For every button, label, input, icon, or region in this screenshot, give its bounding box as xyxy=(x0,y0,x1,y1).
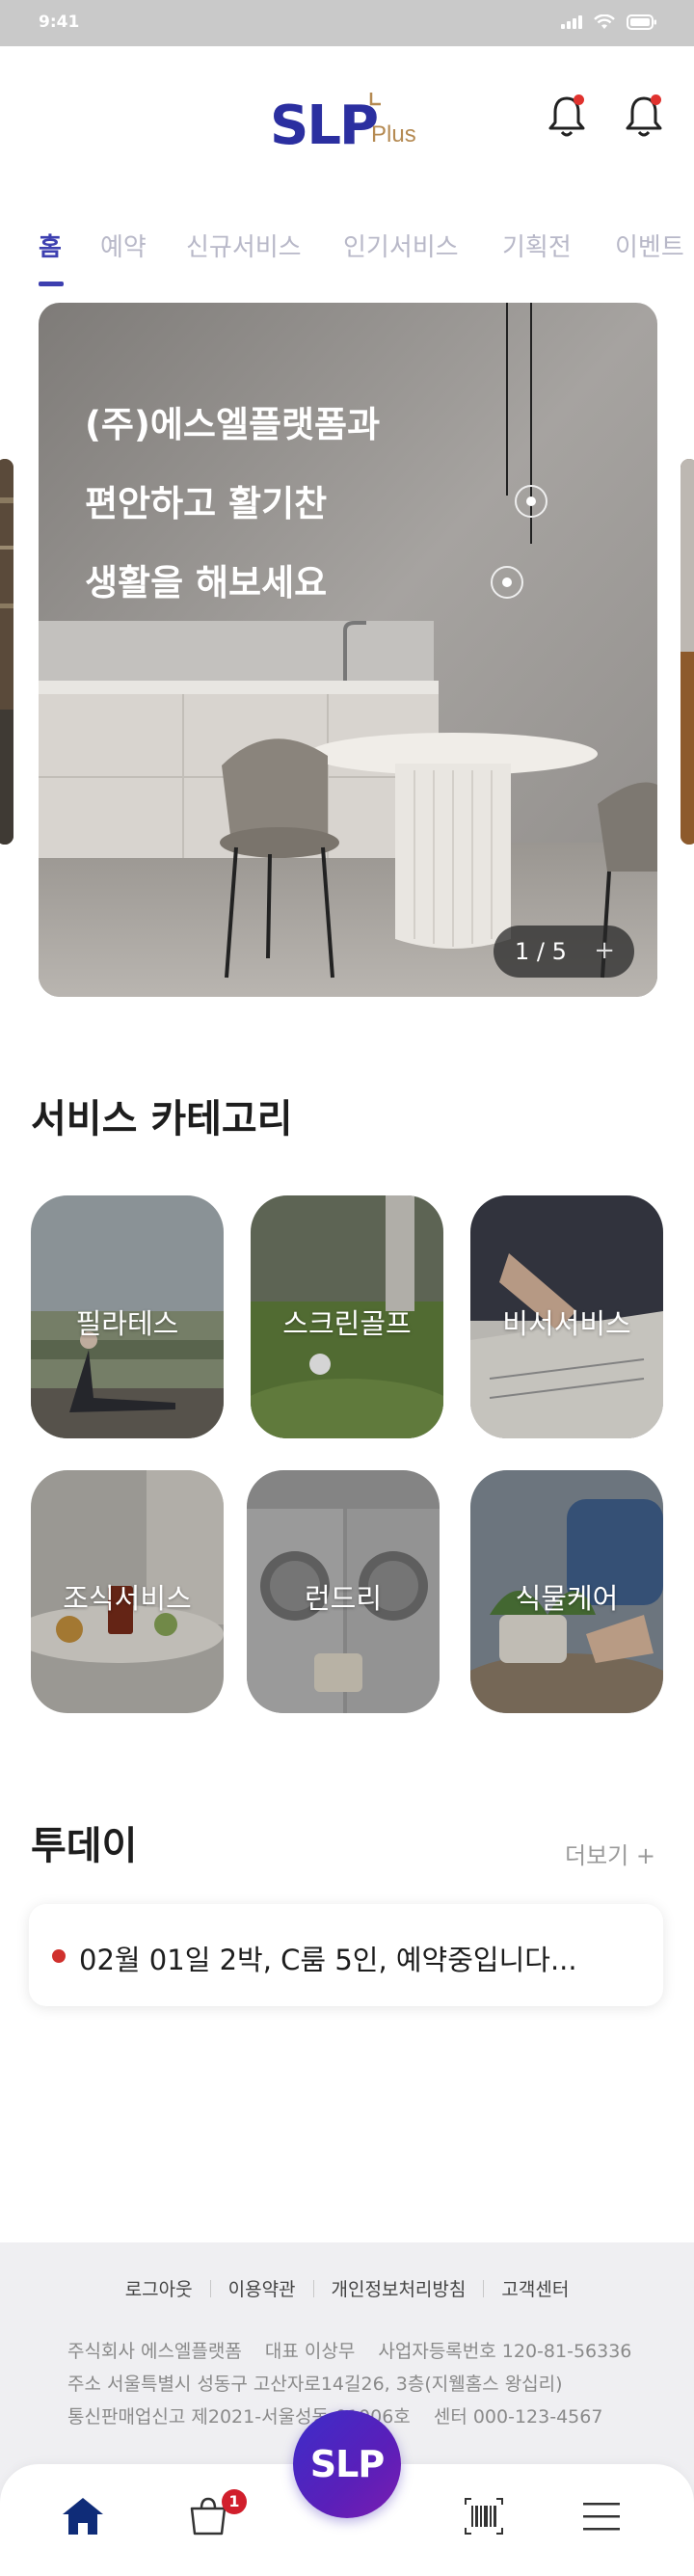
today-reservation-text: 02월 01일 2박, C룸 5인, 예약중입니다... xyxy=(79,1944,577,1976)
category-card-laundry[interactable]: 런드리 xyxy=(247,1470,440,1713)
tab-event[interactable]: 이벤트 xyxy=(615,228,684,263)
cart-count-badge: 1 xyxy=(222,2489,247,2514)
active-tab-indicator xyxy=(39,282,64,286)
category-card-plant-care[interactable]: 식물케어 xyxy=(470,1470,663,1713)
privacy-policy-link[interactable]: 개인정보처리방침 xyxy=(314,2275,484,2301)
category-label: 식물케어 xyxy=(515,1582,619,1615)
category-card-secretary[interactable]: 비서서비스 xyxy=(470,1195,663,1438)
tab-reservation[interactable]: 예약 xyxy=(100,228,147,263)
company-name: 주식회사 에스엘플랫폼 xyxy=(67,2341,242,2362)
next-slide-peek[interactable] xyxy=(681,459,694,845)
category-card-pilates[interactable]: 필라테스 xyxy=(31,1195,224,1438)
today-section-title: 투데이 xyxy=(31,1824,138,1868)
logo-text: SLP xyxy=(270,94,379,157)
status-bar: 9:41 xyxy=(0,0,694,46)
business-number: 사업자등록번호 120-81-56336 xyxy=(378,2341,632,2362)
footer-links: 로그아웃 이용약관 개인정보처리방침 고객센터 xyxy=(0,2275,694,2301)
banner-page-indicator: 1 / 5 xyxy=(515,938,567,965)
status-icons xyxy=(561,14,657,30)
alert-bell-button[interactable] xyxy=(623,93,665,143)
battery-icon xyxy=(627,14,657,30)
plus-icon: + xyxy=(594,936,615,965)
tab-new-service[interactable]: 신규서비스 xyxy=(186,228,302,263)
category-label: 스크린골프 xyxy=(282,1307,412,1340)
tab-home[interactable]: 홈 xyxy=(39,228,62,263)
logo-mark-icon xyxy=(369,93,381,106)
today-more-link[interactable]: 더보기 + xyxy=(565,1837,655,1870)
categories-section-title: 서비스 카테고리 xyxy=(31,1097,293,1141)
tab-popular-service[interactable]: 인기서비스 xyxy=(343,228,459,263)
category-card-screen-golf[interactable]: 스크린골프 xyxy=(251,1195,443,1438)
nav-home-button[interactable] xyxy=(60,2495,114,2541)
wifi-icon xyxy=(594,14,615,30)
customer-center-link[interactable]: 고객센터 xyxy=(484,2275,586,2301)
hero-banner[interactable]: (주)에스엘플랫폼과 편안하고 활기찬 생활을 해보세요 1 / 5 + xyxy=(39,303,657,997)
logout-link[interactable]: 로그아웃 xyxy=(108,2275,210,2301)
banner-headline: (주)에스엘플랫폼과 편안하고 활기찬 생활을 해보세요 xyxy=(85,386,586,623)
nav-barcode-button[interactable] xyxy=(463,2495,517,2541)
app-header: SLP Plus xyxy=(0,46,694,191)
status-dot xyxy=(52,1949,66,1963)
notification-dot xyxy=(651,94,661,105)
category-label: 조식서비스 xyxy=(63,1582,192,1615)
tab-exhibition[interactable]: 기획전 xyxy=(502,228,572,263)
category-tabs: 홈 예약 신규서비스 인기서비스 기획전 이벤트 xyxy=(0,224,694,291)
banner-pager-button[interactable]: 1 / 5 + xyxy=(494,926,634,978)
signal-icon xyxy=(561,15,582,29)
company-ceo: 대표 이상무 xyxy=(264,2341,356,2362)
center-slp-button[interactable]: SLP xyxy=(293,2410,401,2518)
banner-line: 편안하고 활기찬 xyxy=(85,483,328,524)
menu-icon xyxy=(583,2503,620,2531)
terms-link[interactable]: 이용약관 xyxy=(211,2275,313,2301)
barcode-icon xyxy=(465,2498,503,2535)
nav-cart-button[interactable]: 1 xyxy=(187,2489,247,2541)
category-card-breakfast[interactable]: 조식서비스 xyxy=(31,1470,224,1713)
banner-line: 생활을 해보세요 xyxy=(85,562,328,604)
today-reservation-card[interactable]: 02월 01일 2박, C룸 5인, 예약중입니다... xyxy=(29,1904,663,2006)
center-phone: 센터 000-123-4567 xyxy=(433,2406,603,2428)
prev-slide-peek[interactable] xyxy=(0,459,13,845)
category-label: 런드리 xyxy=(304,1582,383,1615)
category-label: 비서서비스 xyxy=(502,1307,631,1340)
banner-line: (주)에스엘플랫폼과 xyxy=(85,404,381,445)
slp-plus-logo[interactable]: SLP Plus xyxy=(270,93,434,160)
logo-subtext: Plus xyxy=(371,121,416,148)
company-address: 주소 서울특별시 성동구 고산자로14길26, 3층(지웰홈스 왕십리) xyxy=(67,2374,563,2395)
category-label: 필라테스 xyxy=(75,1307,179,1340)
notification-dot xyxy=(574,94,584,105)
notification-bell-button[interactable] xyxy=(546,93,588,143)
nav-menu-button[interactable] xyxy=(580,2495,634,2541)
home-icon xyxy=(63,2498,103,2535)
status-time: 9:41 xyxy=(39,13,80,32)
